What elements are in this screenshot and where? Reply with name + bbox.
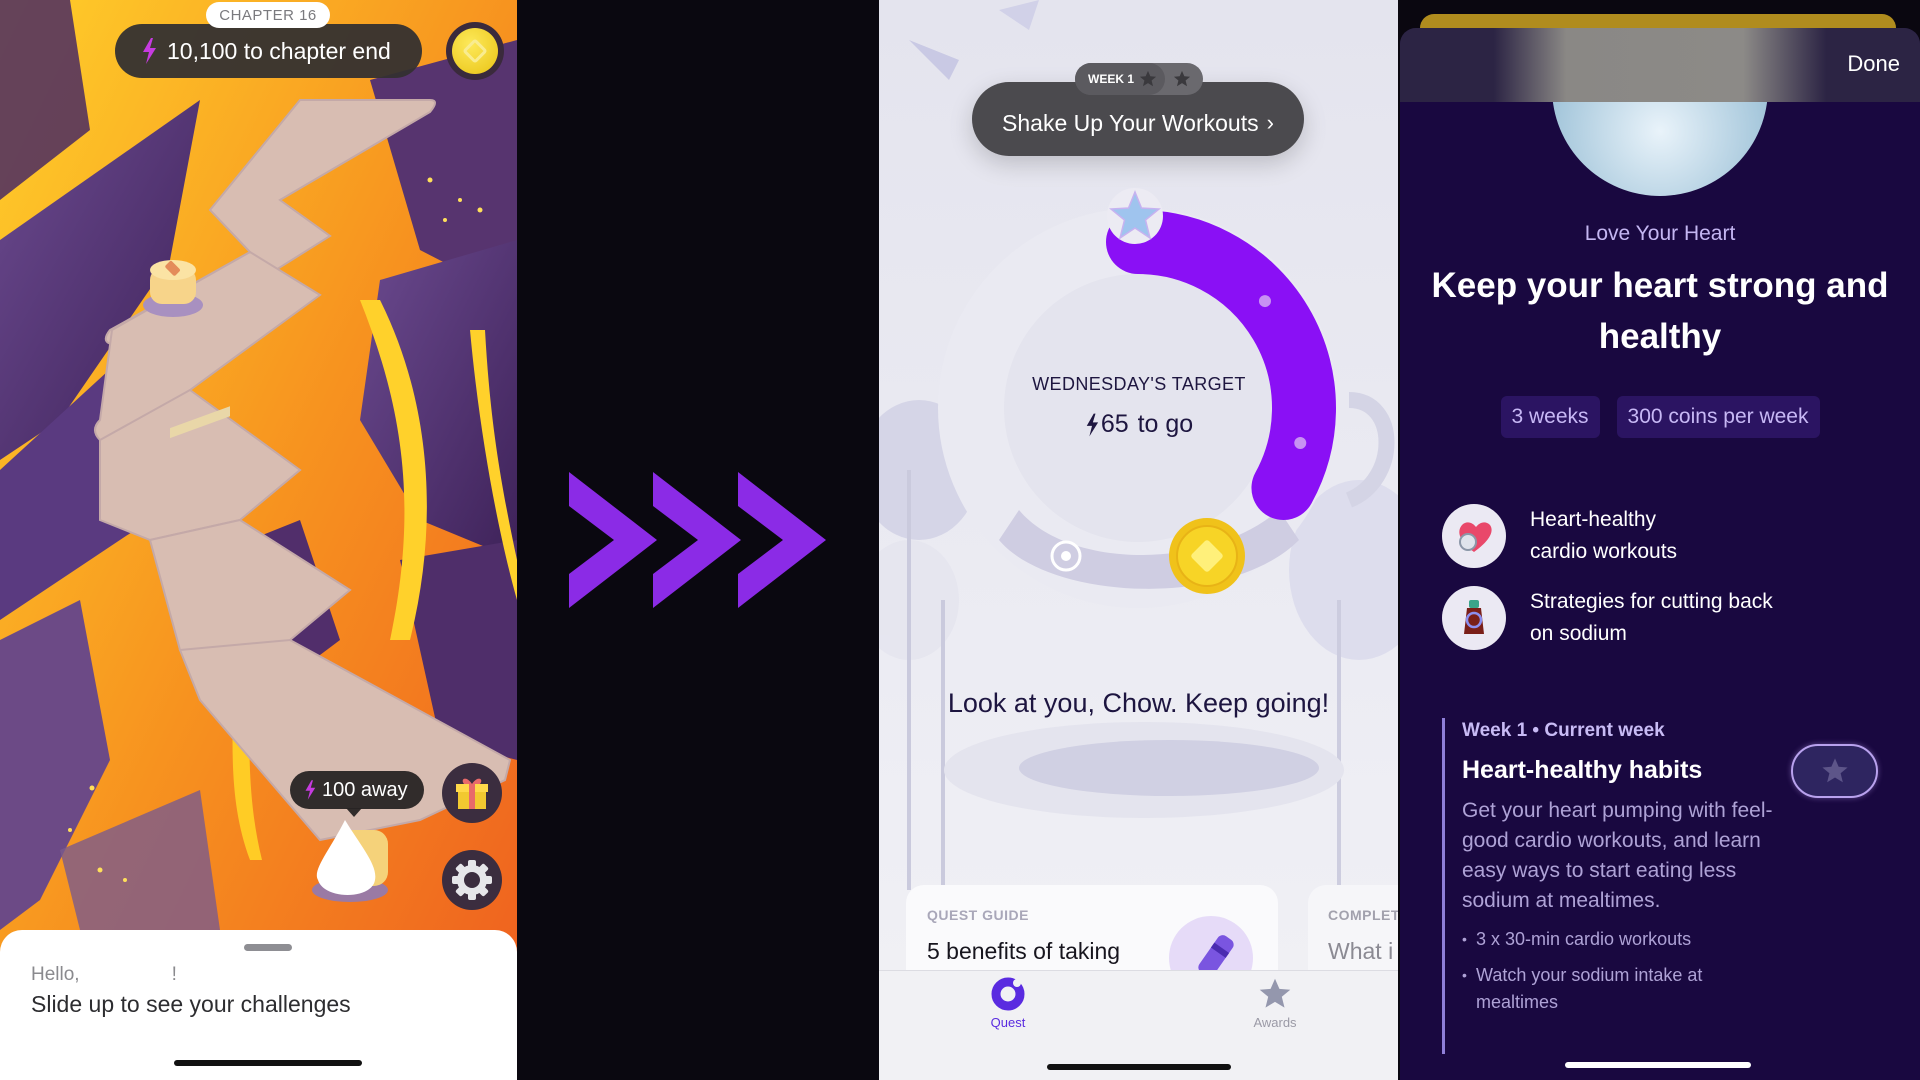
chevron-3 <box>738 472 826 608</box>
feature-text-line: on sodium <box>1530 622 1627 645</box>
challenges-bottom-sheet[interactable]: Hello,! Slide up to see your challenges <box>0 930 517 1080</box>
home-indicator[interactable] <box>174 1060 362 1066</box>
challenge-eyebrow: Love Your Heart <box>1584 222 1736 245</box>
week-description: Get your heart pumping with feel-good ca… <box>1462 799 1773 912</box>
card-kicker: QUEST GUIDE <box>927 907 1029 923</box>
week-goal-item: 3 x 30-min cardio workouts <box>1462 926 1762 953</box>
quest-screen: WEEK 1 Shake Up Your Workouts› WEDNESDA <box>879 0 1398 1080</box>
feature-text: Strategies for cutting back on sodium <box>1530 586 1773 650</box>
lava-map-illustration <box>0 0 517 1080</box>
pancake-stack-node[interactable] <box>143 260 203 317</box>
coin-icon <box>452 28 498 74</box>
week-star-badge <box>1791 744 1878 798</box>
card-kicker: COMPLET <box>1328 907 1398 923</box>
tab-label: Awards <box>1253 1015 1297 1030</box>
greeting-suffix: ! <box>171 964 177 985</box>
chapter-progress-text: 10,100 to chapter end <box>167 37 391 64</box>
points-to-go: 65 to go <box>1019 410 1259 439</box>
bolt-icon <box>143 38 156 64</box>
points-to-go-suffix: to go <box>1130 410 1194 438</box>
week-goal-item: Watch your sodium intake at mealtimes <box>1462 962 1762 1016</box>
ring-milestone-dot <box>1258 295 1271 308</box>
week-label: WEEK 1 <box>1088 72 1135 86</box>
greeting-text: Hello,! <box>31 964 177 986</box>
bolt-icon <box>1086 413 1098 436</box>
feature-text-line: Strategies for cutting back <box>1530 590 1773 613</box>
week-star-segment <box>1165 70 1203 88</box>
sheet-header: Done <box>1400 28 1920 102</box>
ring-milestone-dot <box>1294 436 1307 449</box>
week-status-label: Week 1 • Current week <box>1462 720 1665 741</box>
home-indicator[interactable] <box>1047 1064 1231 1070</box>
gift-button[interactable] <box>442 763 502 823</box>
star-icon <box>1821 758 1848 783</box>
tab-label: Quest <box>990 1015 1026 1030</box>
gift-icon <box>456 778 488 809</box>
distance-tooltip: 100 away <box>290 771 424 817</box>
week-goals-list: 3 x 30-min cardio workouts Watch your so… <box>1462 926 1882 1016</box>
points-to-go-value: 65 <box>1100 410 1129 438</box>
challenge-headline: Keep your heart strong and healthy <box>1431 266 1889 356</box>
sheet-grabber-handle[interactable] <box>244 944 292 951</box>
challenge-sheet: Done Love Your Heart Keep your heart str… <box>1400 28 1920 1080</box>
chapter-label: CHAPTER 16 <box>206 2 330 28</box>
feature-item: Strategies for cutting back on sodium <box>1442 586 1773 650</box>
done-button[interactable]: Done <box>1847 51 1900 77</box>
chevron-2 <box>653 472 741 608</box>
tab-quest[interactable]: Quest <box>968 977 1048 1030</box>
duration-chip: 3 weeks <box>1500 396 1600 438</box>
coins-button[interactable] <box>446 22 504 80</box>
daily-target-ring <box>938 188 1338 608</box>
feature-item: Heart-healthy cardio workouts <box>1442 504 1677 568</box>
feature-text: Heart-healthy cardio workouts <box>1530 504 1677 568</box>
gear-icon <box>452 860 492 900</box>
bolt-icon <box>305 780 316 800</box>
week-section: Week 1 • Current week Heart-healthy habi… <box>1442 718 1882 1054</box>
star-icon <box>1139 70 1157 87</box>
tab-bar: Quest Awards <box>879 970 1398 1080</box>
triple-chevron-right-icon <box>569 472 826 608</box>
star-icon <box>1259 978 1291 1008</box>
tab-awards[interactable]: Awards <box>1235 977 1315 1030</box>
challenge-meta-chips: 3 weeks 300 coins per week <box>1400 396 1920 438</box>
ring-coin-reward-icon <box>1169 518 1245 594</box>
home-indicator[interactable] <box>1565 1062 1751 1068</box>
encouragement-text: Look at you, Chow. Keep going! <box>947 688 1330 718</box>
week-label-segment: WEEK 1 <box>1075 63 1166 95</box>
distance-text: 100 away <box>322 778 408 801</box>
ring-inner-disc <box>1004 274 1272 542</box>
transition-divider <box>517 0 879 1080</box>
week-progress-badge: WEEK 1 <box>1075 63 1204 95</box>
reward-chip: 300 coins per week <box>1616 396 1820 438</box>
ring-star-milestone-icon <box>1107 188 1163 244</box>
chapter-progress-pill[interactable]: 10,100 to chapter end <box>115 24 422 78</box>
chevron-1 <box>569 472 657 608</box>
quest-ring-icon <box>991 977 1025 1011</box>
slide-up-prompt: Slide up to see your challenges <box>31 991 351 1017</box>
card-title: What i <box>1328 938 1394 964</box>
game-map-screen: CHAPTER 16 10,100 to chapter end 100 awa… <box>0 0 517 1080</box>
greeting-label: Hello, <box>31 964 80 985</box>
star-icon <box>1173 70 1191 87</box>
heart-stopwatch-icon <box>1442 504 1506 568</box>
challenge-detail-screen: Done Love Your Heart Keep your heart str… <box>1398 0 1920 1080</box>
feature-text-line: Heart-healthy <box>1530 508 1657 531</box>
daily-target-label: WEDNESDAY'S TARGET <box>1032 374 1246 394</box>
soy-sauce-magnifier-icon <box>1442 586 1506 650</box>
card-title: 5 benefits of taking <box>927 938 1121 964</box>
feature-text-line: cardio workouts <box>1530 540 1678 563</box>
settings-button[interactable] <box>442 850 502 910</box>
